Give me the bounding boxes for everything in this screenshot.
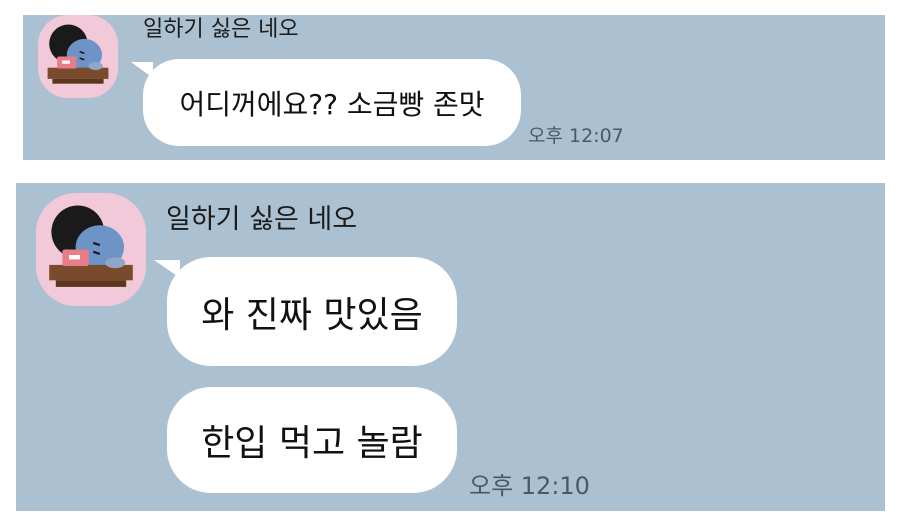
- chat-screenshot-2: 일하기 싫은 네오 와 진짜 맛있음 한입 먹고 놀람 오후 12:10: [16, 183, 885, 511]
- neo-character-icon: [38, 16, 118, 97]
- message-timestamp: 오후 12:07: [528, 125, 624, 147]
- message-bubble[interactable]: 와 진짜 맛있음: [167, 257, 457, 366]
- message-timestamp: 오후 12:10: [469, 472, 590, 500]
- sender-name: 일하기 싫은 네오: [143, 17, 299, 42]
- sender-avatar[interactable]: [36, 193, 146, 306]
- message-bubble[interactable]: 한입 먹고 놀람: [167, 387, 457, 493]
- message-bubble[interactable]: 어디꺼에요?? 소금빵 존맛: [143, 59, 521, 146]
- sender-name: 일하기 싫은 네오: [166, 204, 358, 235]
- neo-character-icon: [36, 194, 146, 305]
- sender-avatar[interactable]: [38, 15, 118, 98]
- chat-screenshot-1: 일하기 싫은 네오 어디꺼에요?? 소금빵 존맛 오후 12:07: [23, 15, 885, 160]
